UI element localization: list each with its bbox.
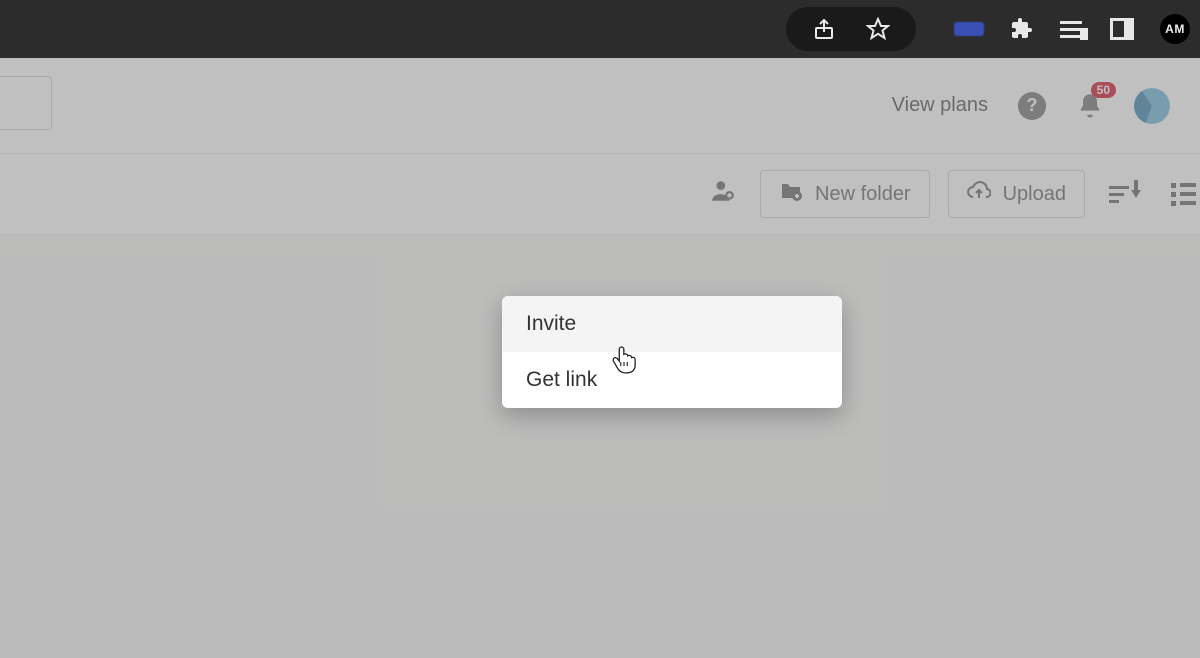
share-dropdown: Invite Get link [502, 296, 842, 408]
browser-profile-avatar[interactable]: AM [1160, 14, 1190, 44]
browser-chrome: AM [0, 0, 1200, 58]
sort-icon [1109, 186, 1141, 203]
person-add-icon [710, 178, 736, 210]
search-input-stub[interactable] [0, 76, 52, 130]
add-person-button[interactable] [704, 172, 742, 216]
extensions-puzzle-icon[interactable] [1010, 17, 1034, 41]
upload-label: Upload [1003, 183, 1066, 206]
view-plans-link[interactable]: View plans [892, 94, 988, 117]
app-header: View plans ? 50 [0, 58, 1200, 154]
view-list-button[interactable] [1165, 177, 1196, 212]
omnibox-actions [786, 7, 916, 51]
cloud-upload-icon [967, 179, 991, 209]
reading-list-icon[interactable] [1060, 21, 1084, 38]
list-view-icon [1171, 183, 1196, 206]
dropdown-item-invite[interactable]: Invite [502, 296, 842, 352]
extension-indicator[interactable] [954, 22, 984, 36]
new-folder-button[interactable]: New folder [760, 170, 930, 218]
notifications-bell-icon[interactable]: 50 [1076, 92, 1104, 120]
side-panel-icon[interactable] [1110, 18, 1134, 40]
bookmark-star-icon[interactable] [866, 17, 890, 41]
sort-button[interactable] [1103, 180, 1147, 209]
notification-count-badge: 50 [1091, 82, 1116, 98]
dropdown-item-get-link[interactable]: Get link [502, 352, 842, 408]
upload-button[interactable]: Upload [948, 170, 1085, 218]
action-toolbar: New folder Upload [0, 154, 1200, 235]
folder-add-icon [779, 179, 803, 209]
help-icon[interactable]: ? [1018, 92, 1046, 120]
user-avatar[interactable] [1134, 88, 1170, 124]
app-content: View plans ? 50 New folder Upload [0, 58, 1200, 658]
new-folder-label: New folder [815, 183, 911, 206]
share-icon[interactable] [812, 17, 836, 41]
